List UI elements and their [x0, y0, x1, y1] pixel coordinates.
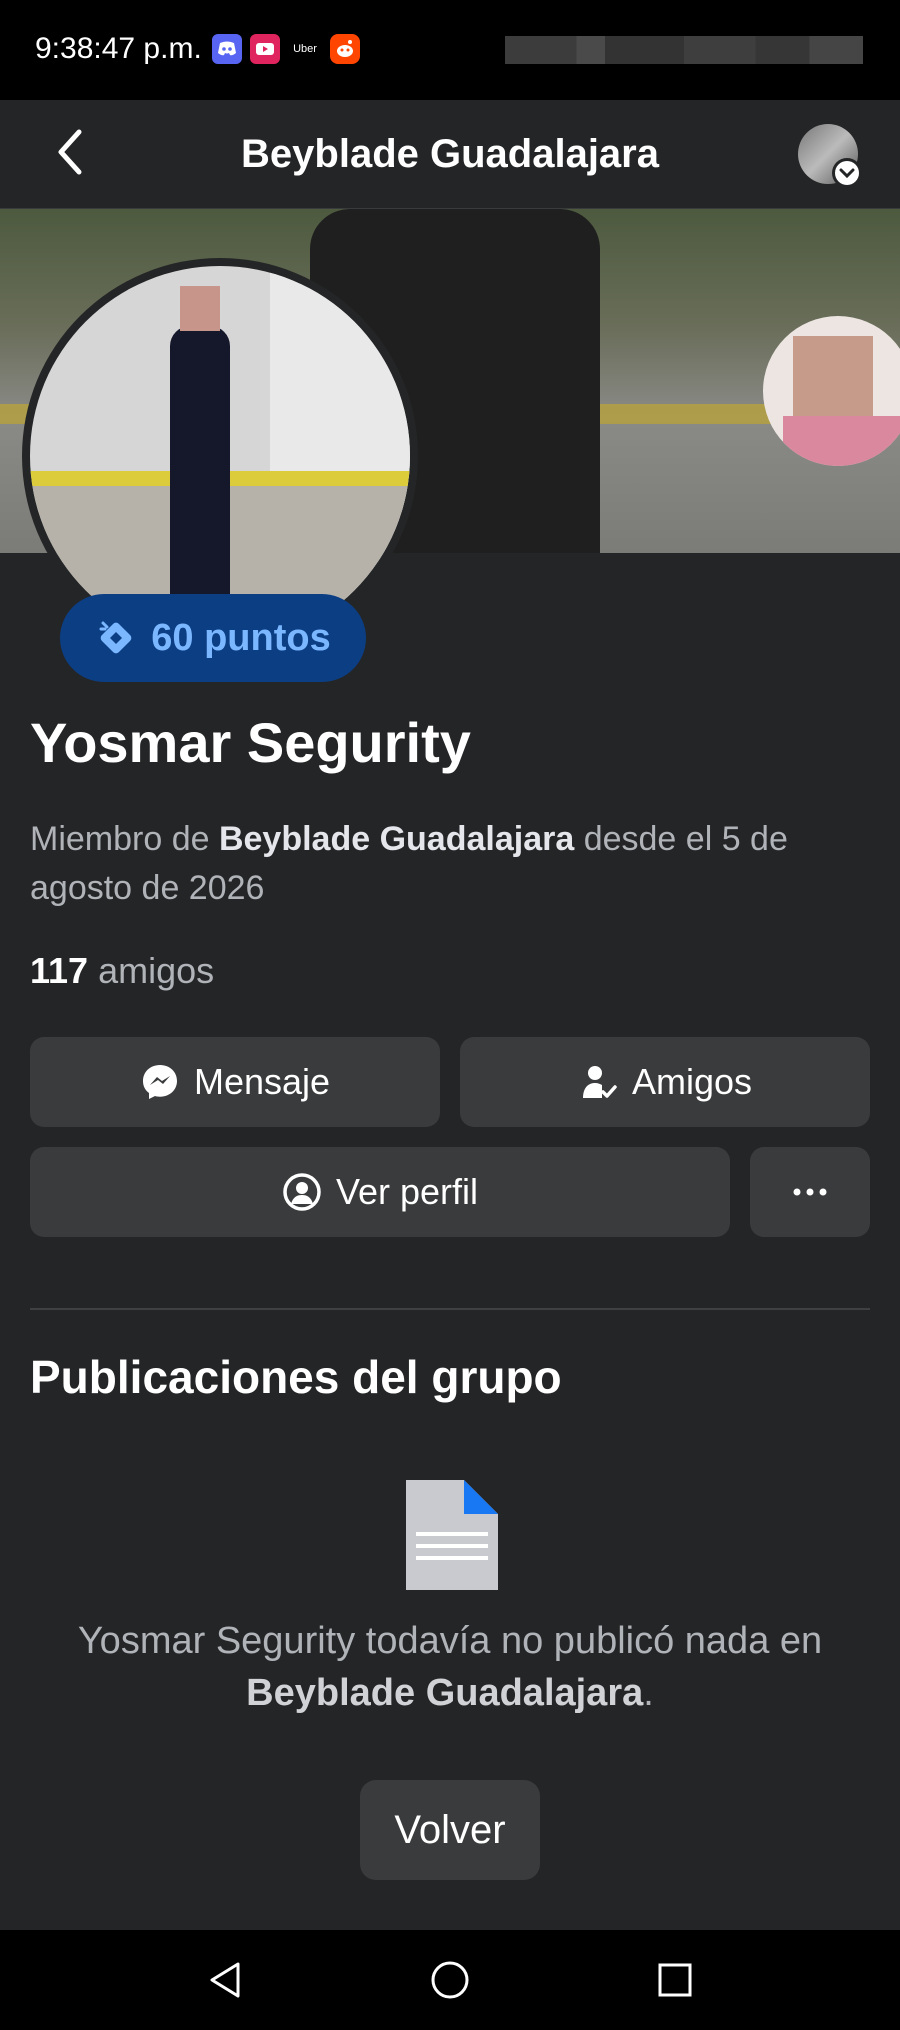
top-app-bar: Beyblade Guadalajara — [0, 100, 900, 209]
nav-home-button[interactable] — [420, 1950, 480, 2010]
points-label: 60 puntos — [151, 616, 331, 659]
notification-icons: Uber — [212, 34, 360, 64]
friends-button-label: Amigos — [631, 1061, 753, 1102]
back-to-group-button[interactable]: Volver — [360, 1780, 540, 1880]
empty-group-name: Beyblade Guadalajara — [246, 1672, 644, 1714]
discord-icon — [212, 34, 242, 64]
view-profile-label: Ver perfil — [335, 1171, 479, 1212]
nav-recents-button[interactable] — [645, 1950, 705, 2010]
friend-check-icon — [582, 1066, 617, 1098]
document-icon — [406, 1480, 498, 1590]
uber-icon: Uber — [288, 34, 322, 64]
system-nav-bar — [0, 1930, 900, 2030]
profile-name: Yosmar Segurity — [30, 711, 471, 774]
account-avatar[interactable] — [798, 124, 862, 188]
friend-avatar[interactable] — [763, 316, 900, 466]
chevron-down-icon — [839, 168, 855, 178]
empty-posts-message: Yosmar Segurity todavía no publicó nada … — [77, 1620, 823, 1714]
user-circle-icon — [283, 1173, 321, 1211]
status-time: 9:38:47 p.m. — [35, 32, 202, 65]
recents-square-icon — [658, 1963, 692, 1997]
membership-group-name: Beyblade Guadalajara — [218, 820, 575, 858]
back-triangle-icon — [210, 1962, 240, 1998]
status-indicators-redacted — [505, 36, 863, 64]
account-switch-badge — [832, 158, 862, 188]
view-profile-button[interactable]: Ver perfil — [30, 1147, 730, 1237]
points-badge[interactable]: 60 puntos — [60, 594, 366, 682]
ellipsis-icon — [793, 1188, 827, 1196]
membership-info: Miembro de Beyblade Guadalajara desde el… — [30, 820, 788, 907]
youtube-icon — [250, 34, 280, 64]
message-button-label: Mensaje — [193, 1061, 331, 1102]
nav-back-button[interactable] — [195, 1950, 255, 2010]
section-title: Publicaciones del grupo — [30, 1351, 562, 1403]
reddit-icon — [330, 34, 360, 64]
home-circle-icon — [431, 1961, 469, 1999]
page-title: Beyblade Guadalajara — [241, 132, 659, 176]
section-divider — [30, 1308, 870, 1310]
status-bar: 9:38:47 p.m. Uber — [0, 0, 900, 100]
friends-count: 117 amigos — [30, 950, 215, 991]
message-button[interactable]: Mensaje — [30, 1037, 440, 1127]
more-options-button[interactable] — [750, 1147, 870, 1237]
friends-button[interactable]: Amigos — [460, 1037, 870, 1127]
points-diamond-icon — [99, 621, 132, 654]
messenger-icon — [142, 1065, 177, 1099]
